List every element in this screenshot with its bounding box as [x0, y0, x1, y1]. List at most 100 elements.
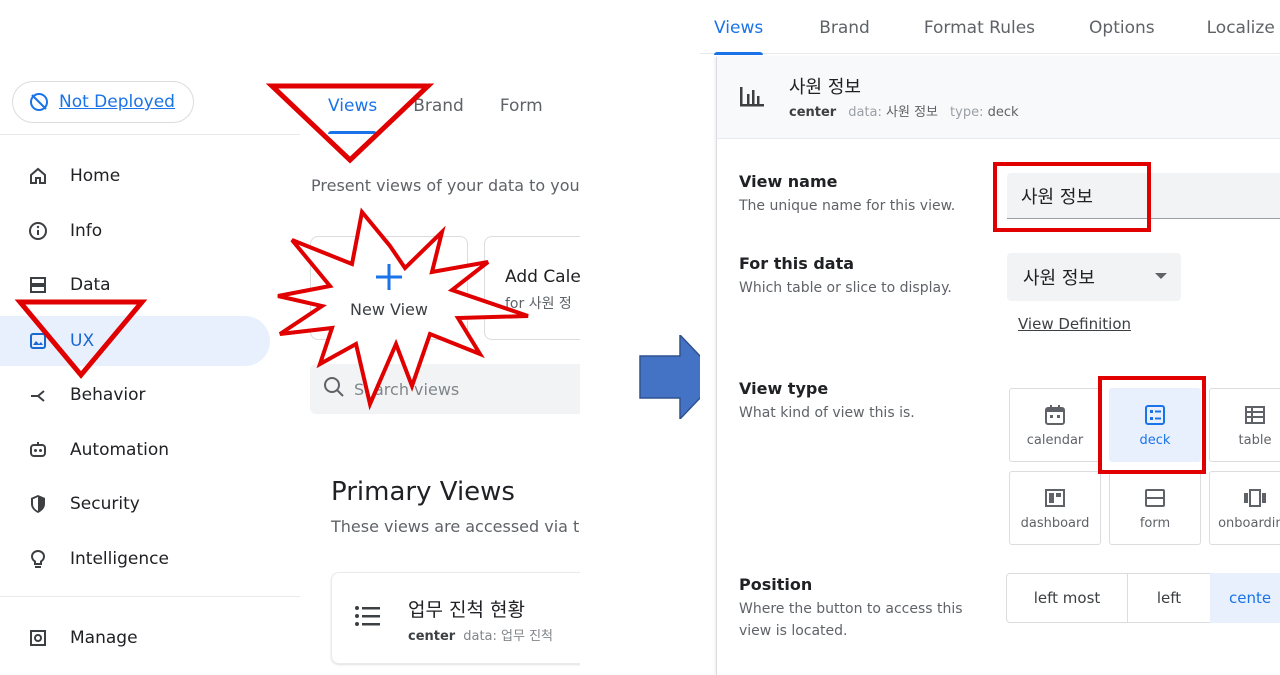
view-editor-meta: center data: 사원 정보 type: deck: [789, 101, 1031, 120]
tab-brand[interactable]: Brand: [395, 80, 482, 134]
view-data-label: data: 업무 진척: [463, 629, 554, 644]
view-name-input[interactable]: [1007, 173, 1280, 219]
tab-options[interactable]: Options: [1089, 0, 1155, 54]
view-editor-header: 사원 정보 center data: 사원 정보 type: deck: [717, 57, 1280, 139]
view-type-dashboard[interactable]: dashboard: [1009, 471, 1101, 545]
view-type-table[interactable]: table: [1209, 388, 1280, 462]
views-subtitle: Present views of your data to your: [311, 176, 580, 195]
left-screenshot: Not Deployed Home Info Data UX Behavior: [0, 0, 580, 675]
position-desc-1: Where the button to access this: [739, 601, 963, 617]
position-left[interactable]: left: [1127, 573, 1211, 623]
tab-format[interactable]: Form: [482, 80, 561, 134]
view-type-calendar[interactable]: calendar: [1009, 388, 1101, 462]
new-view-label[interactable]: New View: [350, 300, 428, 319]
sidebar-item-manage[interactable]: Manage: [0, 613, 270, 663]
sidebar-item-intelligence[interactable]: Intelligence: [0, 534, 270, 584]
deploy-status-label: Not Deployed: [59, 92, 175, 112]
view-meta: center data: 업무 진척: [408, 625, 553, 644]
tab-localize[interactable]: Localize: [1207, 0, 1275, 54]
view-name: 업무 진척 현황: [408, 599, 525, 621]
header-type-label: type:: [950, 105, 984, 120]
deploy-status-pill[interactable]: Not Deployed: [12, 81, 194, 123]
bar-chart-icon: [739, 85, 765, 111]
view-type-form[interactable]: form: [1109, 471, 1201, 545]
sidebar-item-label: Behavior: [70, 385, 146, 405]
nav-divider: [0, 596, 300, 597]
ux-icon: [28, 331, 48, 351]
intelligence-icon: [28, 549, 48, 569]
sidebar-item-label: Data: [70, 275, 111, 295]
view-type-label-text: deck: [1139, 432, 1171, 448]
security-icon: [28, 494, 48, 514]
table-icon: [1243, 403, 1267, 427]
view-type-onboarding[interactable]: onboarding: [1209, 471, 1280, 545]
nav-divider: [0, 134, 300, 135]
view-type-label-text: form: [1139, 515, 1171, 531]
home-icon: [28, 166, 48, 186]
add-calendar-card[interactable]: Add Cale for 사원 정: [484, 236, 580, 340]
behavior-icon: [28, 385, 48, 405]
view-type-label: View type: [739, 379, 829, 398]
view-editor-title: 사원 정보: [789, 77, 861, 98]
for-data-desc: Which table or slice to display.: [739, 280, 952, 296]
view-type-desc: What kind of view this is.: [739, 405, 915, 421]
new-view-card[interactable]: [310, 236, 468, 340]
right-tab-bar: Views Brand Format Rules Options Localiz…: [700, 0, 1280, 55]
data-icon: [28, 275, 48, 295]
position-center[interactable]: cente: [1210, 573, 1280, 623]
view-type-deck[interactable]: deck: [1109, 388, 1201, 462]
deck-icon: [1143, 403, 1167, 427]
view-type-label-text: onboarding: [1218, 515, 1280, 531]
search-views-box[interactable]: [310, 364, 580, 414]
sidebar-item-behavior[interactable]: Behavior: [0, 370, 270, 420]
tab-brand[interactable]: Brand: [819, 0, 870, 54]
view-definition-link[interactable]: View Definition: [1018, 315, 1131, 333]
header-data-label: data:: [848, 105, 882, 120]
tab-views[interactable]: Views: [714, 0, 764, 55]
search-icon: [322, 375, 346, 403]
for-data-select[interactable]: 사원 정보: [1007, 253, 1181, 301]
onboarding-icon: [1242, 486, 1268, 510]
for-data-value: 사원 정보: [1023, 268, 1095, 289]
sidebar-item-info[interactable]: Info: [0, 206, 270, 256]
search-input[interactable]: [354, 379, 574, 399]
sidebar-item-home[interactable]: Home: [0, 151, 270, 201]
header-data-value: 사원 정보: [886, 105, 939, 120]
primary-views-subtitle: These views are accessed via t: [331, 517, 580, 536]
sidebar-item-label: Info: [70, 221, 103, 241]
tab-format-rules[interactable]: Format Rules: [924, 0, 1035, 54]
view-name-desc: The unique name for this view.: [739, 198, 956, 214]
sidebar-item-label: Manage: [70, 628, 138, 648]
position-label: Position: [739, 575, 813, 594]
list-icon: [354, 605, 380, 631]
sidebar-item-label: Home: [70, 166, 121, 186]
sidebar-item-security[interactable]: Security: [0, 479, 270, 529]
card-title: Add Cale: [505, 267, 580, 287]
position-desc-2: view is located.: [739, 623, 848, 639]
view-list-item[interactable]: 업무 진척 현황 center data: 업무 진척: [331, 572, 580, 664]
view-position: center: [408, 629, 456, 644]
header-position: center: [789, 105, 837, 120]
sidebar-item-label: UX: [70, 331, 95, 351]
view-type-label-text: calendar: [1026, 432, 1084, 448]
primary-views-title: Primary Views: [331, 477, 515, 507]
tab-views[interactable]: Views: [310, 80, 395, 134]
dashboard-icon: [1043, 486, 1067, 510]
sidebar-item-data[interactable]: Data: [0, 260, 270, 310]
sidebar-item-automation[interactable]: Automation: [0, 425, 270, 475]
sidebar-item-label: Intelligence: [70, 549, 169, 569]
position-left-most[interactable]: left most: [1006, 573, 1128, 623]
not-deployed-icon: [29, 92, 49, 112]
card-subtitle: for 사원 정: [505, 296, 572, 312]
view-type-label-text: dashboard: [1020, 515, 1090, 531]
sidebar-item-ux[interactable]: UX: [0, 316, 270, 366]
left-tab-bar: Views Brand Form: [310, 80, 561, 134]
view-type-label-text: table: [1238, 432, 1272, 448]
calendar-icon: [1043, 403, 1067, 427]
manage-icon: [28, 628, 48, 648]
form-icon: [1143, 486, 1167, 510]
right-screenshot: Views Brand Format Rules Options Localiz…: [700, 0, 1280, 675]
header-type-value: deck: [987, 105, 1019, 120]
view-editor-panel: 사원 정보 center data: 사원 정보 type: deck View n…: [716, 57, 1280, 675]
view-name-label: View name: [739, 172, 838, 191]
